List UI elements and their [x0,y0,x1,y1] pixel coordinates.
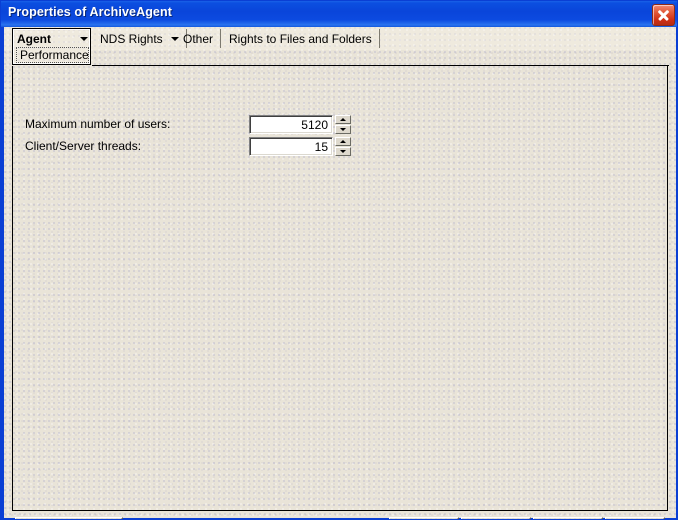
triangle-up-glyph [340,140,346,143]
spinner-buttons-client-server-threads [335,137,351,156]
tab-agent-header: Agent [17,31,88,46]
properties-dialog-window: Properties of ArchiveAgent Agent Perform… [0,0,678,520]
dialog-button-bar: Page Options... OK Cancel Apply Help [4,512,676,519]
tab-content-pane: Maximum number of users: Client/Server t… [12,65,669,511]
tab-rights-to-files-and-folders-label: Rights to Files and Folders [229,31,372,46]
triangle-up-icon[interactable] [335,137,351,146]
tab-nds-rights-label: NDS Rights [100,31,163,46]
dialog-client-area: Agent Performance NDS Rights Other Right… [4,27,676,519]
input-maximum-users[interactable] [249,115,333,134]
chevron-down-icon[interactable] [80,36,88,41]
tab-nds-rights[interactable]: NDS Rights [93,29,187,48]
spinner-client-server-threads [249,137,351,156]
spinner-buttons-maximum-users [335,115,351,134]
tab-agent-subitem-label: Performance [20,48,89,62]
spinner-maximum-users [249,115,351,134]
triangle-down-glyph [340,150,346,153]
label-client-server-threads: Client/Server threads: [25,139,142,153]
triangle-down-icon[interactable] [335,147,351,156]
field-row-client-server-threads: Client/Server threads: [25,137,351,156]
triangle-down-glyph [340,128,346,131]
triangle-up-glyph [340,118,346,121]
pane-top-divider [92,65,669,66]
window-title: Properties of ArchiveAgent [8,5,172,19]
tab-other-label: Other [183,31,214,46]
field-row-maximum-users: Maximum number of users: [25,115,351,134]
tab-agent-subitem-performance[interactable]: Performance [16,47,89,63]
triangle-up-icon[interactable] [335,115,351,124]
triangle-down-icon[interactable] [335,125,351,134]
close-icon[interactable] [652,4,675,26]
input-client-server-threads[interactable] [249,137,333,156]
tab-rights-to-files-and-folders[interactable]: Rights to Files and Folders [222,29,380,48]
tab-strip: Agent Performance NDS Rights Other Right… [4,27,676,65]
title-bar: Properties of ArchiveAgent [1,1,677,27]
tab-agent-label: Agent [17,31,51,46]
label-maximum-users: Maximum number of users: [25,117,171,131]
tab-agent[interactable]: Agent Performance [12,28,91,65]
tab-other[interactable]: Other [176,29,222,48]
